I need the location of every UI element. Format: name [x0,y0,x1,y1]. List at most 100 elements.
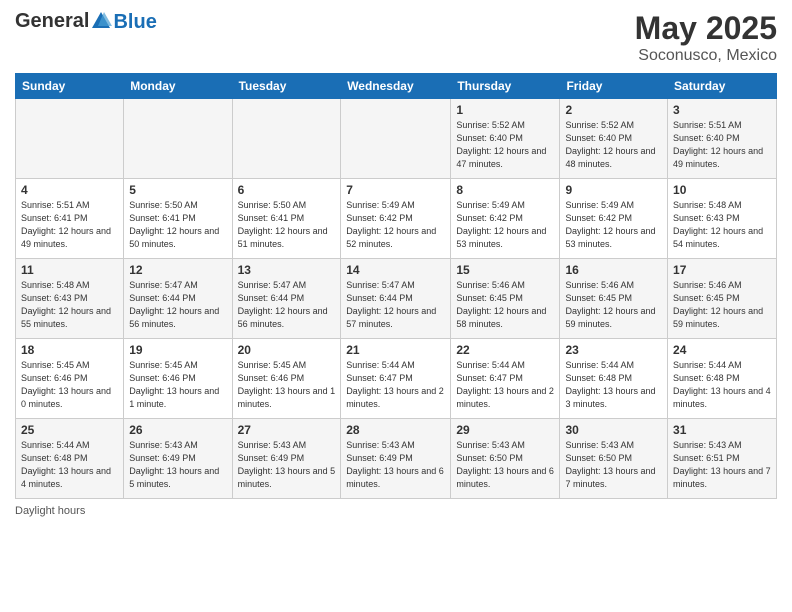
table-row: 8Sunrise: 5:49 AM Sunset: 6:42 PM Daylig… [451,179,560,259]
day-info: Sunrise: 5:47 AM Sunset: 6:44 PM Dayligh… [238,279,336,331]
day-info: Sunrise: 5:52 AM Sunset: 6:40 PM Dayligh… [456,119,554,171]
table-row: 30 Sunrise: 5:43 AM Sunset: 6:50 PM Dayli… [560,419,668,499]
day-info: Sunrise: 5:43 AM Sunset: 6:50 PM Dayligh… [565,439,662,491]
day-info: Sunrise: 5:44 AM Sunset: 6:47 PM Dayligh… [346,359,445,411]
col-tuesday: Tuesday [232,74,341,99]
calendar-week-1: 4 Sunrise: 5:51 AM Sunset: 6:41 PM Daylig… [16,179,777,259]
table-row: 29 Sunrise: 5:43 AM Sunset: 6:50 PM Dayli… [451,419,560,499]
day-number: 10 [673,183,771,197]
table-row [124,99,232,179]
day-number: 16 [565,263,662,277]
table-row [232,99,341,179]
day-info: Sunrise: 5:43 AM Sunset: 6:49 PM Dayligh… [129,439,226,491]
table-row: 13Sunrise: 5:47 AM Sunset: 6:44 PM Dayli… [232,259,341,339]
day-number: 22 [456,343,554,357]
day-info: Sunrise: 5:43 AM Sunset: 6:49 PM Dayligh… [238,439,336,491]
table-row: 31 Sunrise: 5:43 AM Sunset: 6:51 PM Dayli… [668,419,777,499]
day-info: Sunrise: 5:43 AM Sunset: 6:51 PM Dayligh… [673,439,771,491]
day-number: 25 [21,423,118,437]
day-number: 8 [456,183,554,197]
table-row: 22 Sunrise: 5:44 AM Sunset: 6:47 PM Dayli… [451,339,560,419]
title-area: May 2025 Soconusco, Mexico [635,10,777,65]
day-number: 4 [21,183,118,197]
day-info: Sunrise: 5:44 AM Sunset: 6:48 PM Dayligh… [673,359,771,411]
table-row: 27 Sunrise: 5:43 AM Sunset: 6:49 PM Dayli… [232,419,341,499]
day-info: Sunrise: 5:49 AM Sunset: 6:42 PM Dayligh… [346,199,445,251]
day-number: 30 [565,423,662,437]
day-number: 31 [673,423,771,437]
table-row: 12 Sunrise: 5:47 AM Sunset: 6:44 PM Dayli… [124,259,232,339]
table-row: 25Sunrise: 5:44 AM Sunset: 6:48 PM Dayli… [16,419,124,499]
table-row: 26 Sunrise: 5:43 AM Sunset: 6:49 PM Dayli… [124,419,232,499]
col-saturday: Saturday [668,74,777,99]
table-row: 19 Sunrise: 5:45 AM Sunset: 6:46 PM Dayli… [124,339,232,419]
day-info: Sunrise: 5:43 AM Sunset: 6:50 PM Dayligh… [456,439,554,491]
daylight-label: Daylight hours [15,505,85,517]
day-number: 28 [346,423,445,437]
calendar-header-row: Sunday Monday Tuesday Wednesday Thursday… [16,74,777,99]
day-info: Sunrise: 5:50 AM Sunset: 6:41 PM Dayligh… [238,199,336,251]
day-info: Sunrise: 5:51 AM Sunset: 6:41 PM Dayligh… [21,199,118,251]
calendar-week-0: 1 Sunrise: 5:52 AM Sunset: 6:40 PM Daylig… [16,99,777,179]
logo-blue: Blue [113,12,156,32]
table-row: 1 Sunrise: 5:52 AM Sunset: 6:40 PM Daylig… [451,99,560,179]
col-sunday: Sunday [16,74,124,99]
day-number: 19 [129,343,226,357]
day-info: Sunrise: 5:47 AM Sunset: 6:44 PM Dayligh… [129,279,226,331]
calendar: Sunday Monday Tuesday Wednesday Thursday… [15,73,777,499]
day-info: Sunrise: 5:50 AM Sunset: 6:41 PM Dayligh… [129,199,226,251]
table-row: 4 Sunrise: 5:51 AM Sunset: 6:41 PM Daylig… [16,179,124,259]
table-row: 15 Sunrise: 5:46 AM Sunset: 6:45 PM Dayli… [451,259,560,339]
day-info: Sunrise: 5:45 AM Sunset: 6:46 PM Dayligh… [238,359,336,411]
day-number: 15 [456,263,554,277]
day-number: 23 [565,343,662,357]
col-wednesday: Wednesday [341,74,451,99]
table-row: 14 Sunrise: 5:47 AM Sunset: 6:44 PM Dayli… [341,259,451,339]
col-thursday: Thursday [451,74,560,99]
location: Soconusco, Mexico [635,47,777,65]
day-number: 14 [346,263,445,277]
logo: General Blue [15,10,157,32]
table-row: 20 Sunrise: 5:45 AM Sunset: 6:46 PM Dayli… [232,339,341,419]
day-number: 18 [21,343,118,357]
day-info: Sunrise: 5:48 AM Sunset: 6:43 PM Dayligh… [673,199,771,251]
day-info: Sunrise: 5:46 AM Sunset: 6:45 PM Dayligh… [565,279,662,331]
day-number: 20 [238,343,336,357]
table-row: 7 Sunrise: 5:49 AM Sunset: 6:42 PM Daylig… [341,179,451,259]
table-row: 21Sunrise: 5:44 AM Sunset: 6:47 PM Dayli… [341,339,451,419]
day-number: 26 [129,423,226,437]
day-number: 12 [129,263,226,277]
table-row: 16 Sunrise: 5:46 AM Sunset: 6:45 PM Dayli… [560,259,668,339]
day-number: 7 [346,183,445,197]
day-number: 24 [673,343,771,357]
col-friday: Friday [560,74,668,99]
table-row [341,99,451,179]
footer: Daylight hours [15,505,777,517]
day-info: Sunrise: 5:47 AM Sunset: 6:44 PM Dayligh… [346,279,445,331]
day-number: 5 [129,183,226,197]
day-number: 1 [456,103,554,117]
table-row: 23 Sunrise: 5:44 AM Sunset: 6:48 PM Dayli… [560,339,668,419]
logo-icon [90,10,112,32]
day-number: 6 [238,183,336,197]
day-number: 29 [456,423,554,437]
calendar-week-4: 25Sunrise: 5:44 AM Sunset: 6:48 PM Dayli… [16,419,777,499]
day-number: 17 [673,263,771,277]
day-number: 11 [21,263,118,277]
day-info: Sunrise: 5:44 AM Sunset: 6:48 PM Dayligh… [565,359,662,411]
month-year: May 2025 [635,10,777,47]
table-row: 2Sunrise: 5:52 AM Sunset: 6:40 PM Daylig… [560,99,668,179]
day-number: 9 [565,183,662,197]
day-info: Sunrise: 5:45 AM Sunset: 6:46 PM Dayligh… [129,359,226,411]
table-row: 11Sunrise: 5:48 AM Sunset: 6:43 PM Dayli… [16,259,124,339]
day-info: Sunrise: 5:43 AM Sunset: 6:49 PM Dayligh… [346,439,445,491]
day-info: Sunrise: 5:52 AM Sunset: 6:40 PM Dayligh… [565,119,662,171]
table-row: 6 Sunrise: 5:50 AM Sunset: 6:41 PM Daylig… [232,179,341,259]
logo-general: General [15,11,89,31]
day-number: 27 [238,423,336,437]
day-info: Sunrise: 5:46 AM Sunset: 6:45 PM Dayligh… [456,279,554,331]
table-row: 10 Sunrise: 5:48 AM Sunset: 6:43 PM Dayli… [668,179,777,259]
page: General Blue May 2025 Soconusco, Mexico … [0,0,792,612]
day-info: Sunrise: 5:44 AM Sunset: 6:47 PM Dayligh… [456,359,554,411]
day-info: Sunrise: 5:51 AM Sunset: 6:40 PM Dayligh… [673,119,771,171]
